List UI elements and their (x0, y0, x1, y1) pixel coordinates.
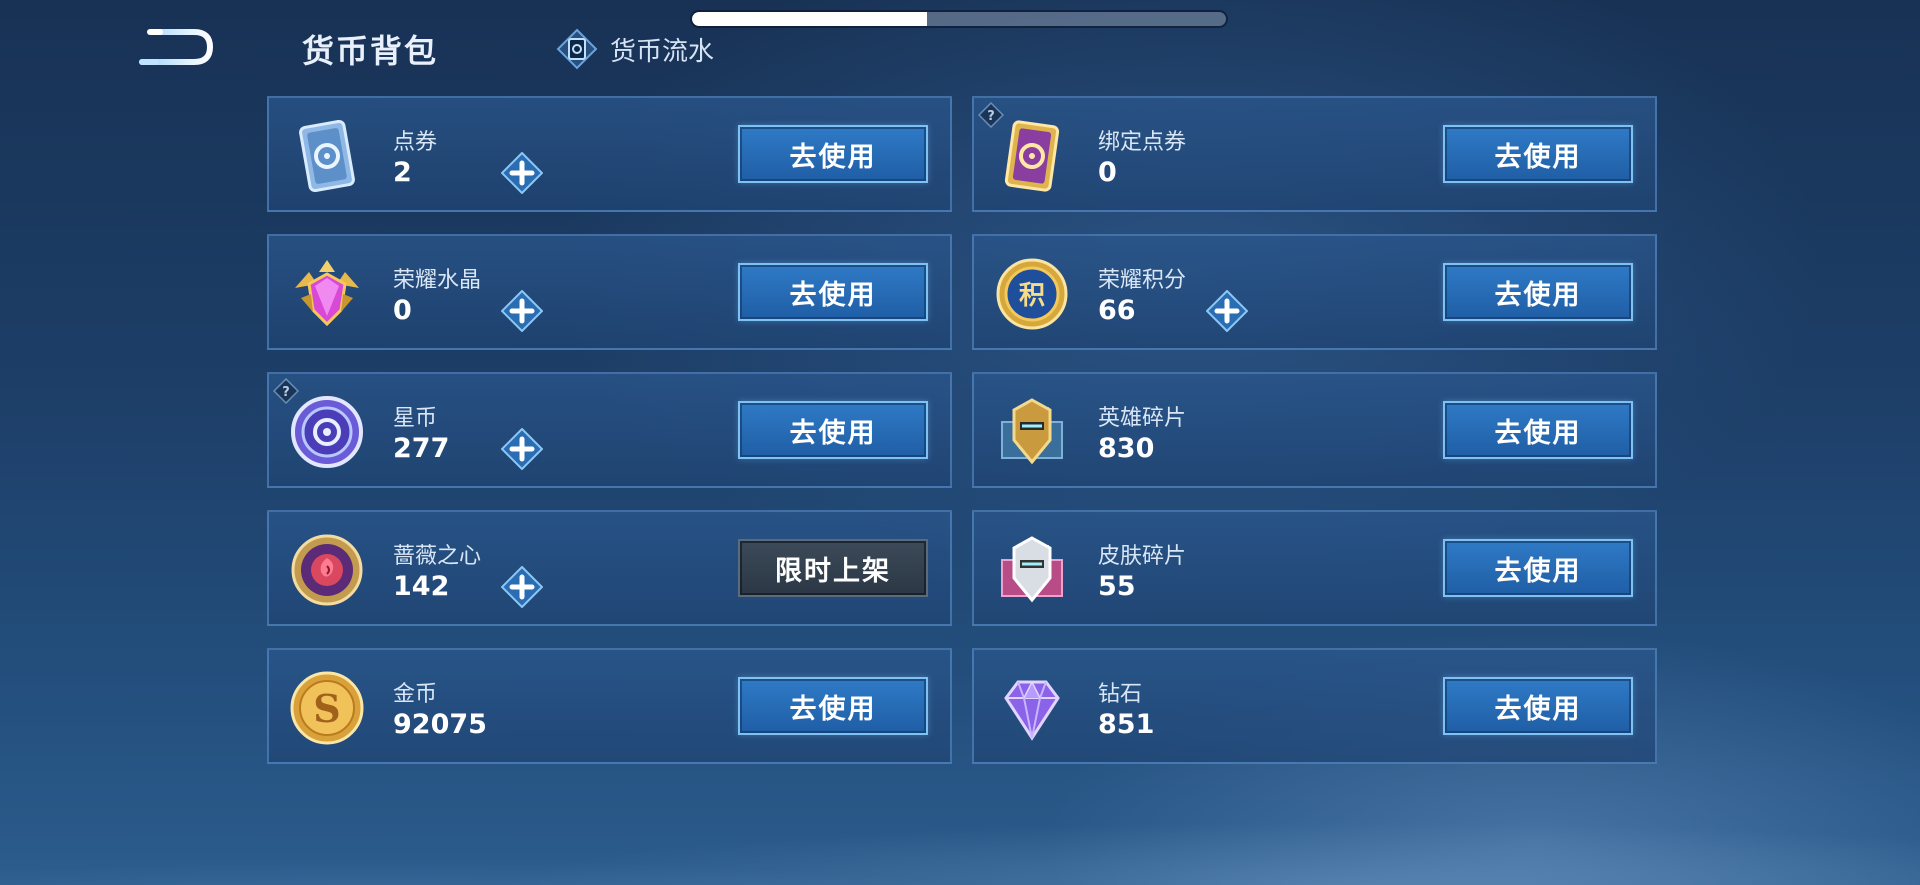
currency-amount: 2 (393, 157, 412, 188)
currency-card: 点券 2 去使用 (267, 96, 952, 212)
use-button[interactable]: 去使用 (738, 125, 928, 183)
currency-name: 蔷薇之心 (393, 544, 482, 569)
page-title: 货币背包 (302, 32, 439, 70)
gold-coin-icon: S (287, 668, 367, 748)
currency-name: 荣耀积分 (1098, 268, 1187, 293)
diamond-icon (992, 668, 1072, 748)
currency-name: 点券 (393, 130, 438, 155)
currency-flow-label: 货币流水 (610, 36, 715, 67)
glory-points-icon: 积 (992, 254, 1072, 334)
currency-card: 皮肤碎片 55 去使用 (972, 510, 1657, 626)
limited-time-button[interactable]: 限时上架 (738, 539, 928, 597)
currency-amount: 0 (393, 295, 412, 326)
svg-text:积: 积 (1019, 281, 1045, 311)
currency-card: 钻石 851 去使用 (972, 648, 1657, 764)
add-currency-button[interactable] (500, 289, 544, 333)
currency-name: 金币 (393, 682, 438, 707)
currency-amount: 277 (393, 433, 450, 464)
currency-amount: 66 (1098, 295, 1136, 326)
use-button[interactable]: 去使用 (1443, 539, 1633, 597)
add-currency-button[interactable] (500, 427, 544, 471)
currency-card: S 金币 92075 去使用 (267, 648, 952, 764)
glory-crystal-icon (287, 254, 367, 334)
currency-card: 蔷薇之心 142 限时上架 (267, 510, 952, 626)
use-button[interactable]: 去使用 (738, 401, 928, 459)
currency-card: 英雄碎片 830 去使用 (972, 372, 1657, 488)
currency-amount: 92075 (393, 709, 487, 740)
top-progress-fill (692, 12, 927, 26)
ticket-diamond-icon (556, 28, 598, 70)
use-button[interactable]: 去使用 (738, 677, 928, 735)
star-coin-icon (287, 392, 367, 472)
voucher-card-icon (287, 116, 367, 196)
hero-fragment-icon (992, 392, 1072, 472)
currency-name: 绑定点券 (1098, 130, 1187, 155)
currency-amount: 830 (1098, 433, 1155, 464)
rose-heart-icon (287, 530, 367, 610)
currency-card: ? 星币 277 去使用 (267, 372, 952, 488)
back-button[interactable] (136, 26, 214, 68)
currency-name: 荣耀水晶 (393, 268, 482, 293)
currency-amount: 55 (1098, 571, 1136, 602)
add-currency-button[interactable] (500, 565, 544, 609)
add-currency-button[interactable] (1205, 289, 1249, 333)
use-button[interactable]: 去使用 (1443, 263, 1633, 321)
use-button[interactable]: 去使用 (738, 263, 928, 321)
currency-flow-button[interactable]: 货币流水 (556, 26, 714, 72)
currency-amount: 0 (1098, 157, 1117, 188)
currency-amount: 851 (1098, 709, 1155, 740)
skin-fragment-icon (992, 530, 1072, 610)
currency-amount: 142 (393, 571, 450, 602)
currency-card: 积 荣耀积分 66 去使用 (972, 234, 1657, 350)
currency-name: 皮肤碎片 (1098, 544, 1187, 569)
back-arrow-icon (139, 29, 214, 65)
use-button[interactable]: 去使用 (1443, 677, 1633, 735)
use-button[interactable]: 去使用 (1443, 401, 1633, 459)
bound-voucher-card-icon (992, 116, 1072, 196)
currency-card: 荣耀水晶 0 去使用 (267, 234, 952, 350)
add-currency-button[interactable] (500, 151, 544, 195)
currency-name: 星币 (393, 406, 438, 431)
currency-name: 英雄碎片 (1098, 406, 1187, 431)
currency-card: ? 绑定点券 0 去使用 (972, 96, 1657, 212)
currency-name: 钻石 (1098, 682, 1143, 707)
svg-text:S: S (313, 686, 340, 731)
top-progress-bar (692, 12, 1226, 26)
use-button[interactable]: 去使用 (1443, 125, 1633, 183)
